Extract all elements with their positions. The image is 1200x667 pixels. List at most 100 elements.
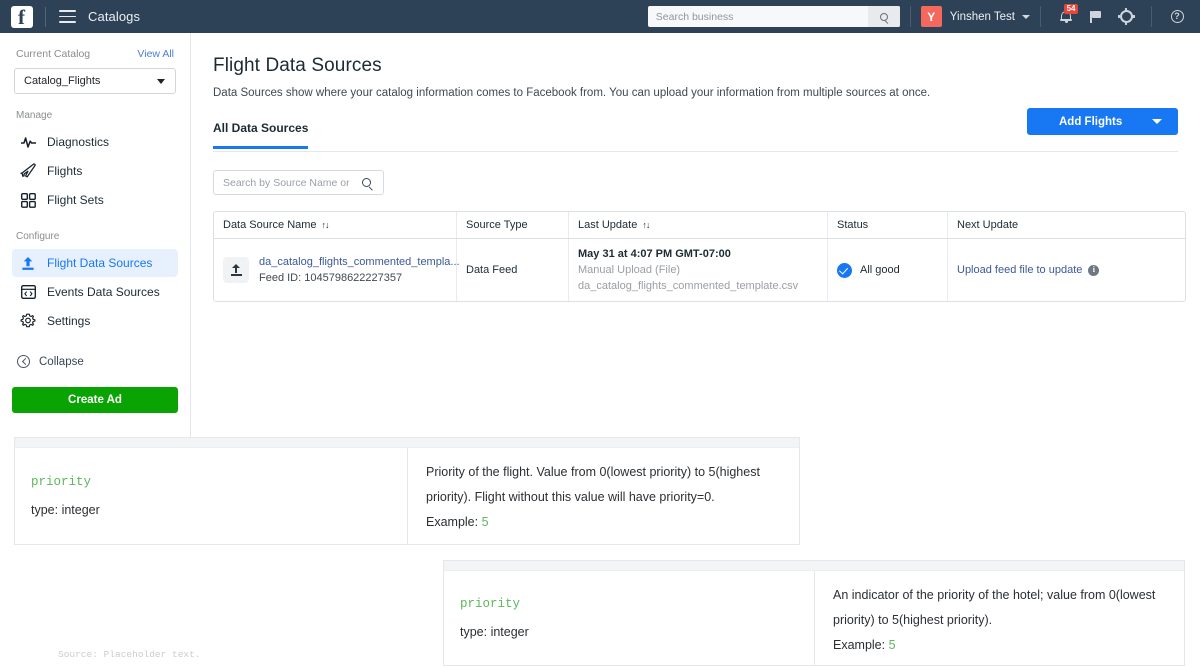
upload-icon <box>17 254 39 272</box>
field-example: Example: 5 <box>833 633 1166 658</box>
main-content: Flight Data Sources Data Sources show wh… <box>191 33 1200 437</box>
example-label: Example: <box>426 515 479 529</box>
current-catalog-label: Current Catalog <box>16 48 91 60</box>
source-type-value: Data Feed <box>466 264 518 276</box>
status-badge: All good <box>860 264 900 276</box>
business-search-input[interactable] <box>647 10 863 23</box>
search-input[interactable] <box>214 176 349 189</box>
column-label: Source Type <box>466 219 528 231</box>
business-search-box[interactable] <box>647 6 900 27</box>
collapse-label: Collapse <box>39 355 84 368</box>
column-label: Next Update <box>957 219 1019 231</box>
feed-id-label: Feed ID: 1045798622227357 <box>259 272 403 284</box>
screenshot-root: Catalogs Y Yinshen Test 54 <box>0 0 1200 667</box>
flag-button[interactable] <box>1081 0 1111 33</box>
upload-feed-file-link[interactable]: Upload feed file to update <box>957 264 1082 276</box>
sidebar-item-diagnostics[interactable]: Diagnostics <box>12 128 178 156</box>
sidebar-item-label: Settings <box>47 314 91 328</box>
page-subtitle: Data Sources show where your catalog inf… <box>213 87 931 99</box>
view-all-link[interactable]: View All <box>137 48 174 60</box>
column-label: Data Source Name <box>223 219 317 231</box>
sort-arrows-icon[interactable]: ↑↓ <box>322 220 330 230</box>
tab-all-data-sources[interactable]: All Data Sources <box>213 121 309 149</box>
table-row[interactable]: da_catalog_flights_commented_templa... F… <box>214 239 1185 301</box>
chevron-left-circle-icon <box>17 355 30 368</box>
create-ad-button[interactable]: Create Ad <box>12 387 178 413</box>
field-doc-panel-hotel: priority type: integer An indicator of t… <box>443 560 1185 666</box>
avatar[interactable]: Y <box>920 6 942 27</box>
cell-status: All good <box>828 239 948 301</box>
last-update-file: da_catalog_flights_commented_template.cs… <box>578 280 799 292</box>
data-sources-table: Data Source Name ↑↓ Source Type Last Upd… <box>213 211 1186 302</box>
sidebar-item-settings[interactable]: Settings <box>12 307 178 335</box>
collapse-sidebar-button[interactable]: Collapse <box>12 355 178 368</box>
last-update-method: Manual Upload (File) <box>578 264 681 276</box>
example-value: 5 <box>481 515 489 529</box>
column-header-data-source-name[interactable]: Data Source Name ↑↓ <box>214 212 457 238</box>
sidebar-item-label: Flights <box>47 164 83 178</box>
tab-bar: All Data Sources Add Flights <box>213 108 1178 152</box>
chevron-down-icon[interactable] <box>1022 14 1030 19</box>
help-button[interactable]: ? <box>1162 0 1192 33</box>
cell-next-update: Upload feed file to update i <box>948 239 1185 301</box>
notification-badge: 54 <box>1064 4 1078 14</box>
settings-button[interactable] <box>1111 0 1141 33</box>
column-header-source-type: Source Type <box>457 212 569 238</box>
field-name: priority <box>460 597 521 611</box>
sidebar-item-label: Flight Sets <box>47 193 104 207</box>
table-header-row: Data Source Name ↑↓ Source Type Last Upd… <box>214 212 1185 239</box>
divider <box>1151 6 1152 27</box>
catalog-select[interactable]: Catalog_Flights <box>14 68 176 94</box>
sidebar-item-label: Diagnostics <box>47 135 110 149</box>
app-title: Catalogs <box>88 9 141 24</box>
example-value: 5 <box>888 638 896 652</box>
add-flights-label: Add Flights <box>1059 115 1123 128</box>
flag-icon <box>1090 10 1102 23</box>
check-circle-icon <box>837 262 852 278</box>
sidebar-item-flights[interactable]: Flights <box>12 157 178 185</box>
cell-source-type: Data Feed <box>457 239 569 301</box>
top-navigation-bar: Catalogs Y Yinshen Test 54 <box>0 0 1200 33</box>
add-flights-button[interactable]: Add Flights <box>1027 108 1178 135</box>
chevron-down-icon <box>157 78 165 84</box>
sidebar-section-label-manage: Manage <box>16 110 53 121</box>
field-type: type: integer <box>31 503 100 517</box>
field-description-area: An indicator of the priority of the hote… <box>815 571 1184 665</box>
field-description: An indicator of the priority of the hote… <box>833 588 1156 627</box>
field-definition: priority type: integer <box>444 571 815 665</box>
facebook-f-logo[interactable] <box>11 4 33 30</box>
sidebar-item-flight-sets[interactable]: Flight Sets <box>12 186 178 214</box>
search-icon[interactable] <box>362 178 371 187</box>
column-header-status: Status <box>828 212 948 238</box>
sort-arrows-icon[interactable]: ↑↓ <box>642 220 650 230</box>
sidebar-item-label: Events Data Sources <box>47 285 160 299</box>
gear-icon <box>1117 8 1135 25</box>
upload-icon <box>223 257 249 283</box>
gear-icon <box>17 312 39 330</box>
page-title: Flight Data Sources <box>213 55 382 76</box>
field-description: Priority of the flight. Value from 0(low… <box>426 465 760 504</box>
field-type: type: integer <box>460 625 529 639</box>
column-header-last-update[interactable]: Last Update ↑↓ <box>569 212 828 238</box>
help-icon: ? <box>1170 10 1184 23</box>
divider <box>45 6 46 27</box>
search-icon[interactable] <box>867 6 900 27</box>
column-label: Status <box>837 219 869 231</box>
divider <box>1040 6 1041 27</box>
field-doc-panel-flight: priority type: integer Priority of the f… <box>14 437 800 545</box>
sidebar-item-flight-data-sources[interactable]: Flight Data Sources <box>12 249 178 277</box>
panel-top-strip <box>15 438 799 448</box>
info-icon[interactable]: i <box>1088 264 1100 276</box>
grid-icon <box>17 191 39 209</box>
source-search-box[interactable] <box>213 170 384 195</box>
sidebar: Current Catalog View All Catalog_Flights… <box>0 33 191 437</box>
data-source-name-link[interactable]: da_catalog_flights_commented_templa... <box>259 256 460 268</box>
column-header-next-update: Next Update <box>948 212 1185 238</box>
cell-last-update: May 31 at 4:07 PM GMT-07:00 Manual Uploa… <box>569 239 828 301</box>
user-name-label[interactable]: Yinshen Test <box>950 11 1015 23</box>
sidebar-item-events-data-sources[interactable]: Events Data Sources <box>12 278 178 306</box>
notifications-button[interactable]: 54 <box>1051 0 1081 33</box>
sidebar-section-label-configure: Configure <box>16 231 60 242</box>
airplane-icon <box>17 162 39 180</box>
hamburger-menu-icon[interactable] <box>59 10 76 23</box>
